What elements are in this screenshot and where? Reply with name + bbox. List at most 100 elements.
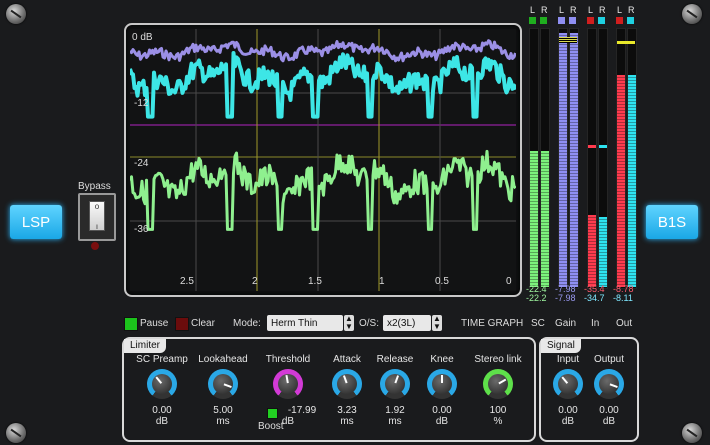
knob-dial[interactable] [332,369,362,399]
knob-label: Threshold [265,354,311,365]
meter-right-led [627,17,634,24]
meter-left-led [587,17,594,24]
meter-left-label: L [588,5,594,15]
graph-canvas [130,29,516,291]
graph-label-minus12: -12 [134,98,149,109]
pause-button[interactable] [124,317,138,331]
knob-label: Stereo link [474,354,522,365]
knob-unit: dB [435,416,449,427]
screw-icon [682,4,702,24]
meter-right-led [569,17,576,24]
meter-left-led [558,17,565,24]
graph-label-time: 1.5 [308,276,322,287]
out-peak-marker [617,41,635,44]
gain-label: Gain [555,318,577,329]
meter-right-fill [570,33,578,287]
pause-label: Pause [140,318,169,329]
knob-unit: % [493,416,503,427]
graph-label-minus36: -36 [134,224,149,235]
knob-output[interactable]: Output 0.00 dB [577,354,641,427]
oversampling-spin[interactable]: ▲ ▼ [432,315,442,331]
bypass-led [91,242,99,250]
meter-sc: L R -22.4 -22.2 [526,5,552,305]
graph-label-time: 1 [379,276,385,287]
knob-dial[interactable] [594,369,624,399]
knob-value: 5.00 [213,405,233,416]
graph-label-0db: 0 dB [132,32,153,43]
graph-label-time: 0.5 [435,276,449,287]
meter-left-fill [588,215,596,287]
clear-button[interactable] [175,317,189,331]
knob-unit: ms [216,416,230,427]
knob-dial[interactable] [483,369,513,399]
mode-select[interactable]: Herm Thin [267,315,343,331]
meter-right-label: R [628,5,635,15]
knob-unit: dB [155,416,169,427]
meter-left-led [529,17,536,24]
meter-left-fill [617,75,625,287]
knob-stereo-link[interactable]: Stereo link 100 % [466,354,530,427]
out-label: Out [616,318,633,329]
knob-dial[interactable] [147,369,177,399]
meter-left-label: L [530,5,536,15]
os-label: O/S: [359,318,380,329]
bypass-label: Bypass [78,181,111,192]
knob-value: 0.00 [599,405,619,416]
knob-threshold[interactable]: Threshold -17.99 dB [256,354,320,427]
knob-value: 100 [489,405,507,416]
meter-right-fill [599,217,607,287]
knob-dial[interactable] [427,369,457,399]
knob-lookahead[interactable]: Lookahead 5.00 ms [191,354,255,427]
meter-right-led [598,17,605,24]
meter-value-right: -34.7 [584,293,605,303]
plugin-badge: B1S [646,205,698,239]
knob-unit: dB [602,416,616,427]
bypass-switch[interactable]: oı [78,193,116,241]
boost-label: Boost [258,421,284,432]
lsp-logo: LSP [10,205,62,239]
time-graph: 0 dB -12 -24 -36 2.5 2 1.5 1 0.5 0 [124,23,522,297]
sc-label: SC [531,318,545,329]
in-label: In [591,318,600,329]
meter-right-fill [541,151,549,287]
graph-label-minus24: -24 [134,158,149,169]
knob-knee[interactable]: Knee 0.00 dB [410,354,474,427]
meter-left-label: L [617,5,623,15]
oversampling-select[interactable]: x2(3L) [383,315,431,331]
mode-spin[interactable]: ▲ ▼ [344,315,354,331]
graph-label-time: 2 [252,276,258,287]
knob-dial[interactable] [380,369,410,399]
meter-right-label: R [599,5,606,15]
meter-left-fill [559,33,567,287]
meter-right-led [540,17,547,24]
meter-in: L R -35.4 -34.7 [584,5,610,305]
graph-label-time: 2.5 [180,276,194,287]
screw-icon [682,423,702,443]
in-peak-marker [599,145,607,148]
knob-label: Output [593,354,625,365]
meter-out: L R -8.78 -8.11 [613,5,639,305]
screw-icon [6,4,26,24]
clear-label: Clear [191,318,215,329]
knob-value: 0.00 [432,405,452,416]
knob-label: SC Preamp [136,354,188,365]
knob-label: Knee [430,354,454,365]
limiter-title: Limiter [124,339,167,353]
mode-label: Mode: [233,318,261,329]
gain-peak-marker [559,37,577,43]
knob-value: 0.00 [152,405,172,416]
knob-dial[interactable] [208,369,238,399]
meter-left-fill [530,151,538,287]
meter-value-right: -8.11 [613,293,633,303]
meter-gain: L R -7.98 -7.98 [555,5,581,305]
meter-left-label: L [559,5,565,15]
knob-dial[interactable] [273,369,303,399]
knob-sc-preamp[interactable]: SC Preamp 0.00 dB [130,354,194,427]
screw-icon [6,423,26,443]
knob-label: Lookahead [198,354,248,365]
boost-button[interactable] [267,408,278,419]
meter-right-label: R [541,5,548,15]
meter-right-label: R [570,5,577,15]
signal-title: Signal [541,339,581,353]
meter-value-right: -22.2 [526,293,547,303]
